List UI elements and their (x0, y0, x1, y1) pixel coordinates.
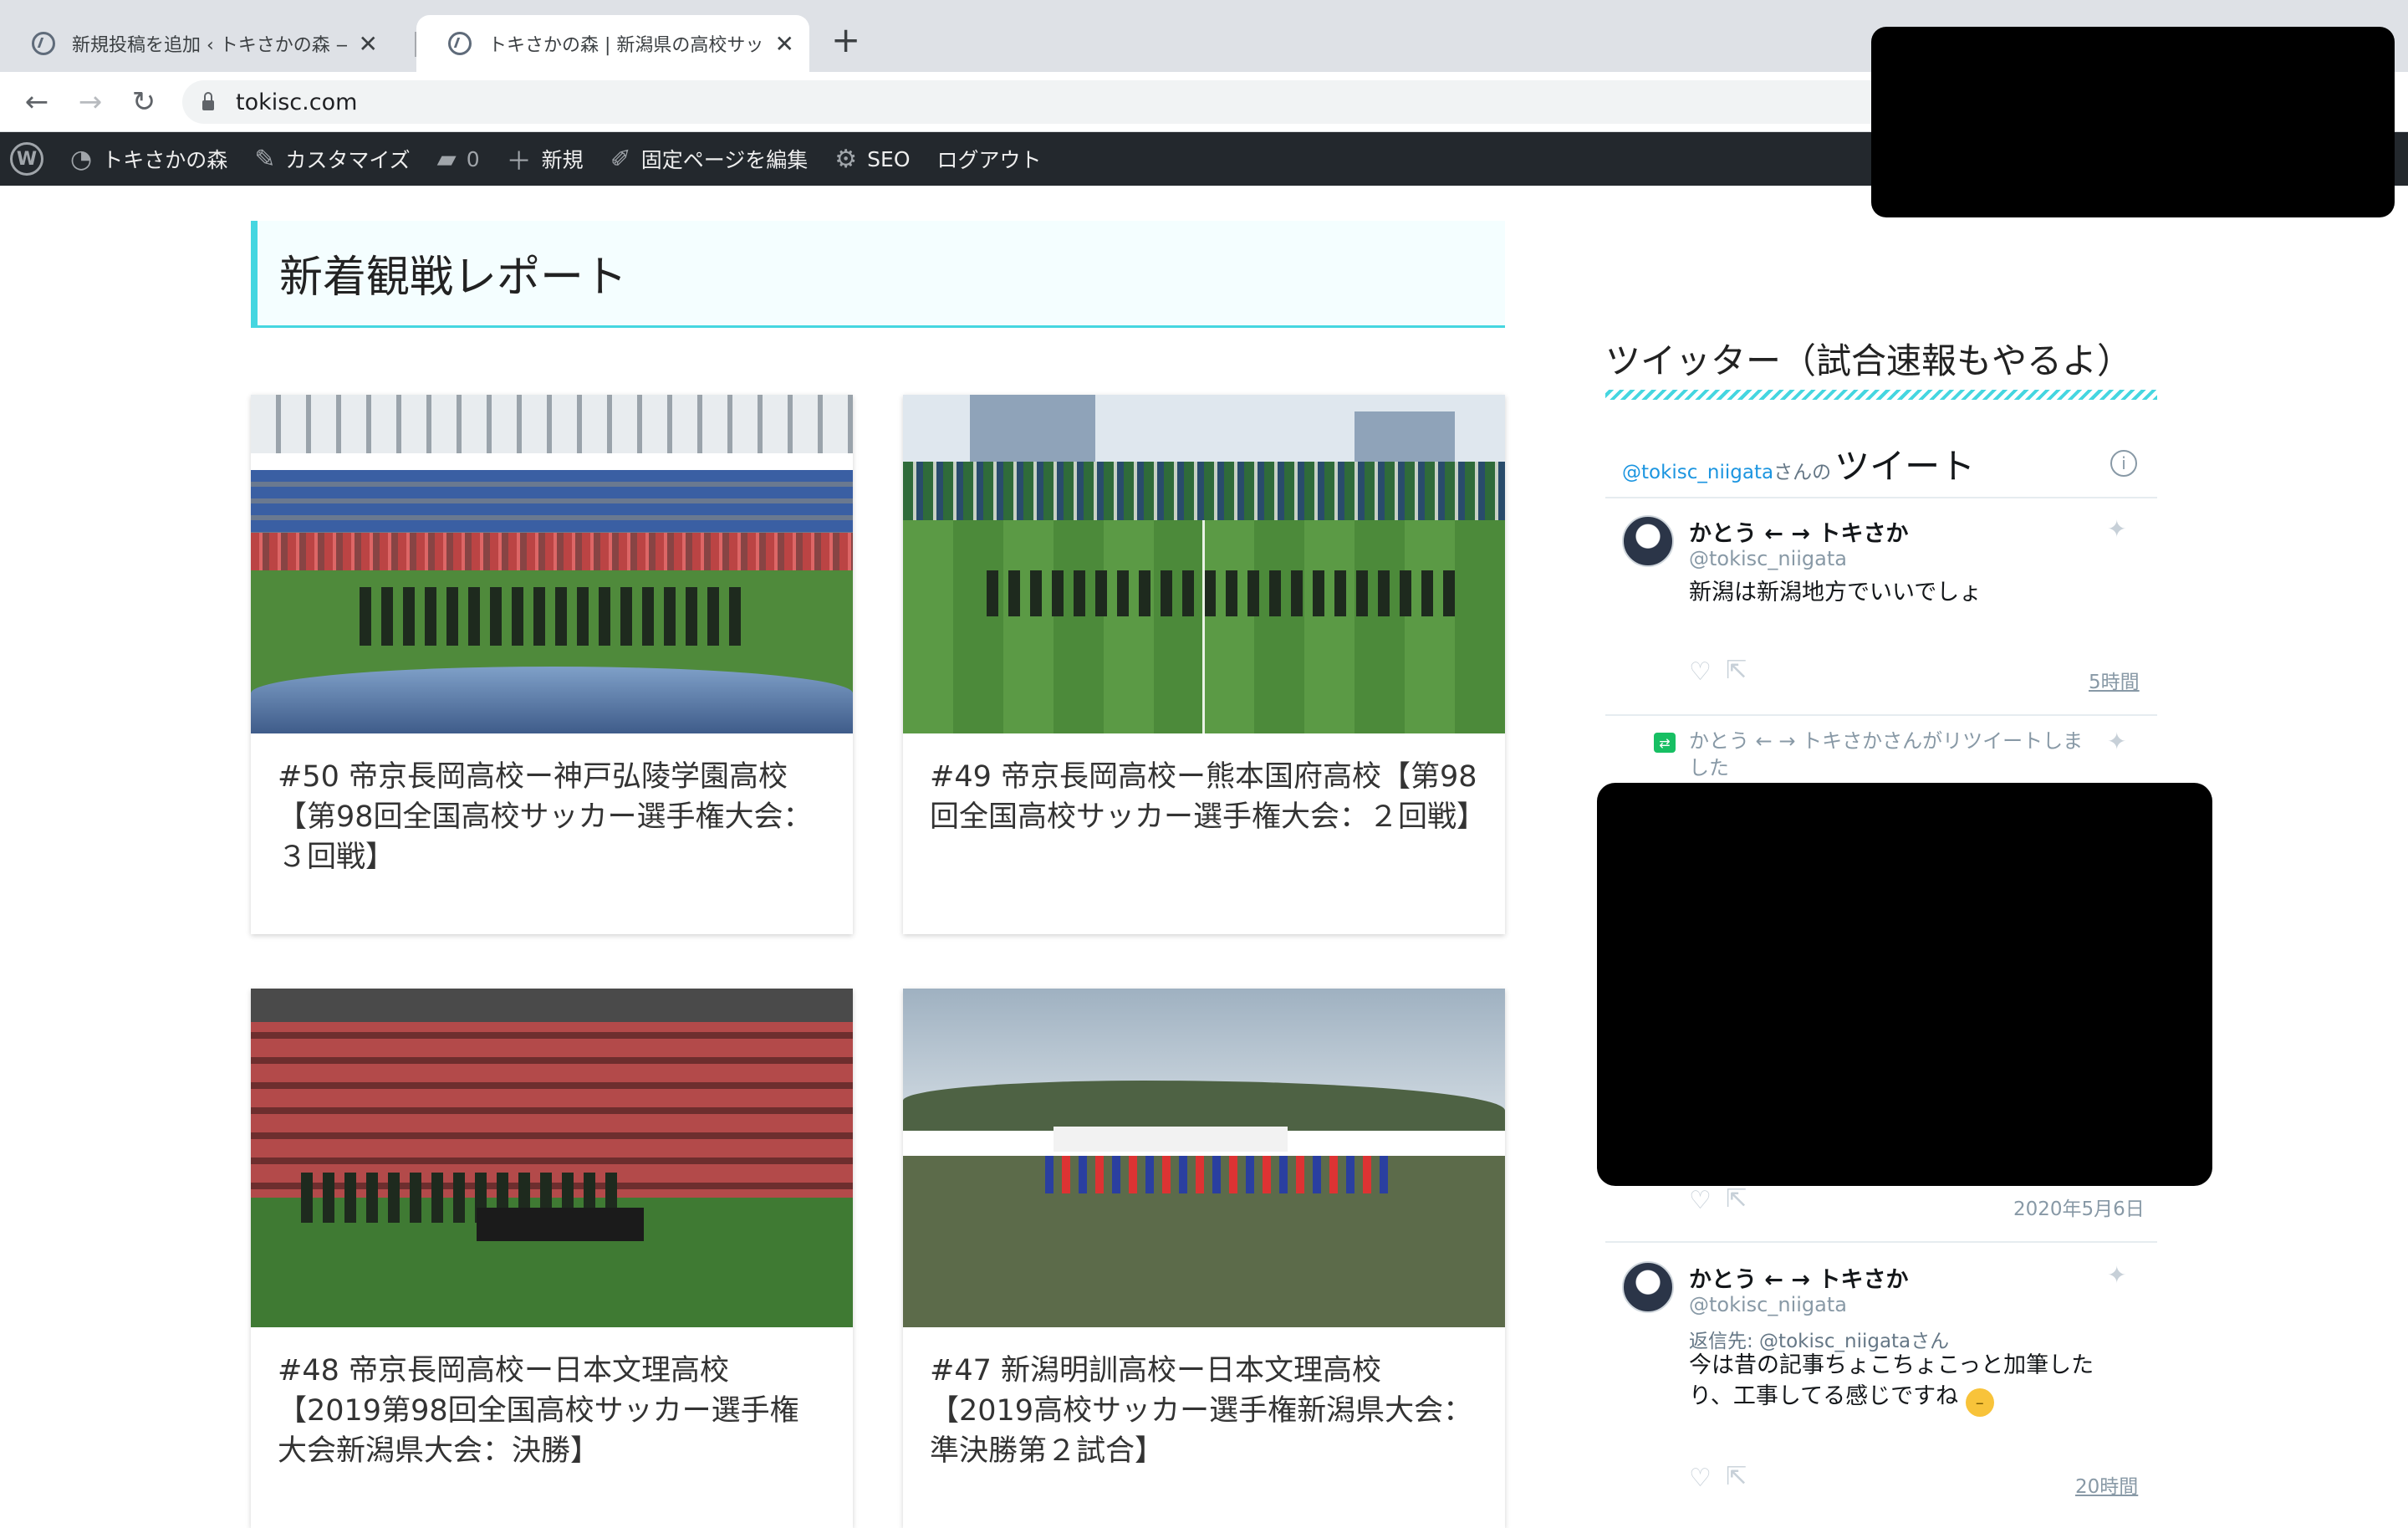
post-title[interactable]: #49 帝京長岡高校ー熊本国府高校【第98回全国高校サッカー選手権大会：２回戦】 (903, 733, 1505, 837)
admin-edit-page[interactable]: ✐ 固定ページを編集 (597, 132, 822, 186)
tweet-timestamp[interactable]: 2020年5月6日 (2013, 1193, 2145, 1221)
browser-tab[interactable]: 新規投稿を追加 ‹ トキさかの森 — ✕ (0, 15, 393, 72)
new-tab-button[interactable]: + (831, 20, 860, 60)
admin-site-name[interactable]: ◔ トキさかの森 (57, 132, 241, 186)
close-tab-icon[interactable]: ✕ (359, 30, 378, 58)
post-title[interactable]: #48 帝京長岡高校ー日本文理高校【2019第98回全国高校サッカー選手権大会新… (251, 1327, 853, 1471)
heart-icon[interactable]: ♡ (1689, 1464, 1712, 1493)
post-card[interactable]: #48 帝京長岡高校ー日本文理高校【2019第98回全国高校サッカー選手権大会新… (251, 989, 853, 1528)
share-icon[interactable]: ⇱ (1726, 1184, 1747, 1214)
avatar[interactable] (1622, 515, 1674, 567)
url-text: tokisc.com (236, 89, 358, 115)
tweet-divider (1605, 1241, 2157, 1243)
twitter-bird-icon[interactable]: ✦ (2107, 515, 2126, 543)
share-icon[interactable]: ⇱ (1726, 656, 1747, 685)
tweet-divider (1605, 497, 2157, 498)
admin-site-name-label: トキさかの森 (102, 148, 228, 172)
redacted-block (1871, 27, 2395, 217)
wordpress-logo-icon: W (10, 142, 43, 176)
avatar[interactable] (1622, 1261, 1674, 1313)
wp-logo-button[interactable]: W (0, 132, 57, 186)
tweet-timestamp[interactable]: 5時間 (2089, 666, 2140, 694)
close-tab-icon[interactable]: ✕ (775, 30, 794, 58)
admin-comments[interactable]: ▰ 0 (424, 132, 493, 186)
tweet-author-handle[interactable]: @tokisc_niigata (1689, 1293, 1847, 1316)
comments-count: 0 (466, 146, 480, 171)
admin-new[interactable]: ＋ 新規 (493, 132, 597, 186)
expressionless-face-icon: – (1965, 1388, 1994, 1417)
tweet-text: 今は昔の記事ちょこちょこっと加筆したり、工事してる感じですね – (1689, 1350, 2115, 1417)
twitter-header-handle[interactable]: @tokisc_niigata (1622, 462, 1773, 483)
admin-customize[interactable]: ✎ カスタマイズ (241, 132, 423, 186)
post-card[interactable]: #47 新潟明訓高校ー日本文理高校【2019高校サッカー選手権新潟県大会：準決勝… (903, 989, 1505, 1528)
dashboard-icon: ◔ (70, 144, 93, 174)
redacted-block (1597, 783, 2212, 1186)
plus-icon: ＋ (506, 147, 532, 176)
post-thumbnail[interactable] (903, 989, 1505, 1327)
comment-icon: ▰ (436, 144, 457, 174)
post-thumbnail[interactable] (251, 395, 853, 733)
tweet-author-handle[interactable]: @tokisc_niigata (1689, 547, 1847, 570)
admin-logout-label: ログアウト (936, 148, 1042, 172)
pencil-icon: ✐ (610, 144, 631, 174)
sidebar-title-rule (1605, 390, 2157, 400)
admin-customize-label: カスタマイズ (285, 148, 411, 172)
post-title[interactable]: #50 帝京長岡高校ー神戸弘陵学園高校【第98回全国高校サッカー選手権大会：３回… (251, 733, 853, 877)
site-favicon-icon (32, 32, 55, 55)
lock-icon (202, 92, 214, 110)
post-card[interactable]: #50 帝京長岡高校ー神戸弘陵学園高校【第98回全国高校サッカー選手権大会：３回… (251, 395, 853, 934)
twitter-header-san: さんの (1773, 462, 1832, 483)
admin-seo-label: SEO (867, 146, 911, 171)
gear-icon: ⚙ (834, 144, 858, 174)
heart-icon[interactable]: ♡ (1689, 657, 1712, 687)
reply-to-text: 返信先: @tokisc_niigataさん (1689, 1331, 1950, 1352)
info-icon[interactable]: i (2110, 450, 2137, 477)
heart-icon[interactable]: ♡ (1689, 1186, 1712, 1215)
tweet-author-name[interactable]: かとう ← → トキさか (1689, 515, 1908, 548)
section-heading-text: 新着観戦レポート (279, 253, 628, 303)
admin-seo[interactable]: ⚙ SEO (821, 132, 923, 186)
retweet-icon: ⇄ (1654, 733, 1676, 753)
tweet-divider (1605, 714, 2157, 716)
twitter-widget-header: @tokisc_niigata さんの ツイート (1622, 438, 1975, 489)
post-title[interactable]: #47 新潟明訓高校ー日本文理高校【2019高校サッカー選手権新潟県大会：準決勝… (903, 1327, 1505, 1471)
tweet-text: 新潟は新潟地方でいいでしょ (1689, 580, 1982, 606)
site-favicon-icon (448, 32, 472, 55)
share-icon[interactable]: ⇱ (1726, 1462, 1747, 1491)
tab-title: トキさかの森 | 新潟県の高校サッカ (488, 35, 763, 56)
tweet-timestamp[interactable]: 20時間 (2075, 1470, 2138, 1499)
brush-icon: ✎ (254, 144, 276, 174)
section-heading: 新着観戦レポート (251, 221, 1505, 328)
twitter-bird-icon[interactable]: ✦ (2107, 1261, 2126, 1289)
browser-tab-active[interactable]: トキさかの森 | 新潟県の高校サッカ ✕ (416, 15, 809, 72)
admin-edit-page-label: 固定ページを編集 (640, 148, 809, 172)
tweet-text-body: 今は昔の記事ちょこちょこっと加筆したり、工事してる感じですね (1689, 1352, 2094, 1409)
post-card[interactable]: #49 帝京長岡高校ー熊本国府高校【第98回全国高校サッカー選手権大会：２回戦】 (903, 395, 1505, 934)
twitter-bird-icon[interactable]: ✦ (2107, 728, 2126, 755)
back-arrow-icon[interactable]: ← (17, 82, 57, 122)
twitter-header-tweets: ツイート (1834, 446, 1976, 487)
forward-arrow-icon[interactable]: → (70, 82, 110, 122)
post-thumbnail[interactable] (903, 395, 1505, 733)
retweet-notice: かとう ← → トキさかさんがリツイートしました (1689, 729, 2084, 779)
tweet-author-name[interactable]: かとう ← → トキさか (1689, 1261, 1908, 1294)
post-thumbnail[interactable] (251, 989, 853, 1327)
admin-logout[interactable]: ログアウト (924, 132, 1055, 186)
admin-new-label: 新規 (541, 148, 584, 172)
reload-icon[interactable]: ↻ (124, 82, 164, 122)
tab-title: 新規投稿を追加 ‹ トキさかの森 — (72, 35, 347, 56)
